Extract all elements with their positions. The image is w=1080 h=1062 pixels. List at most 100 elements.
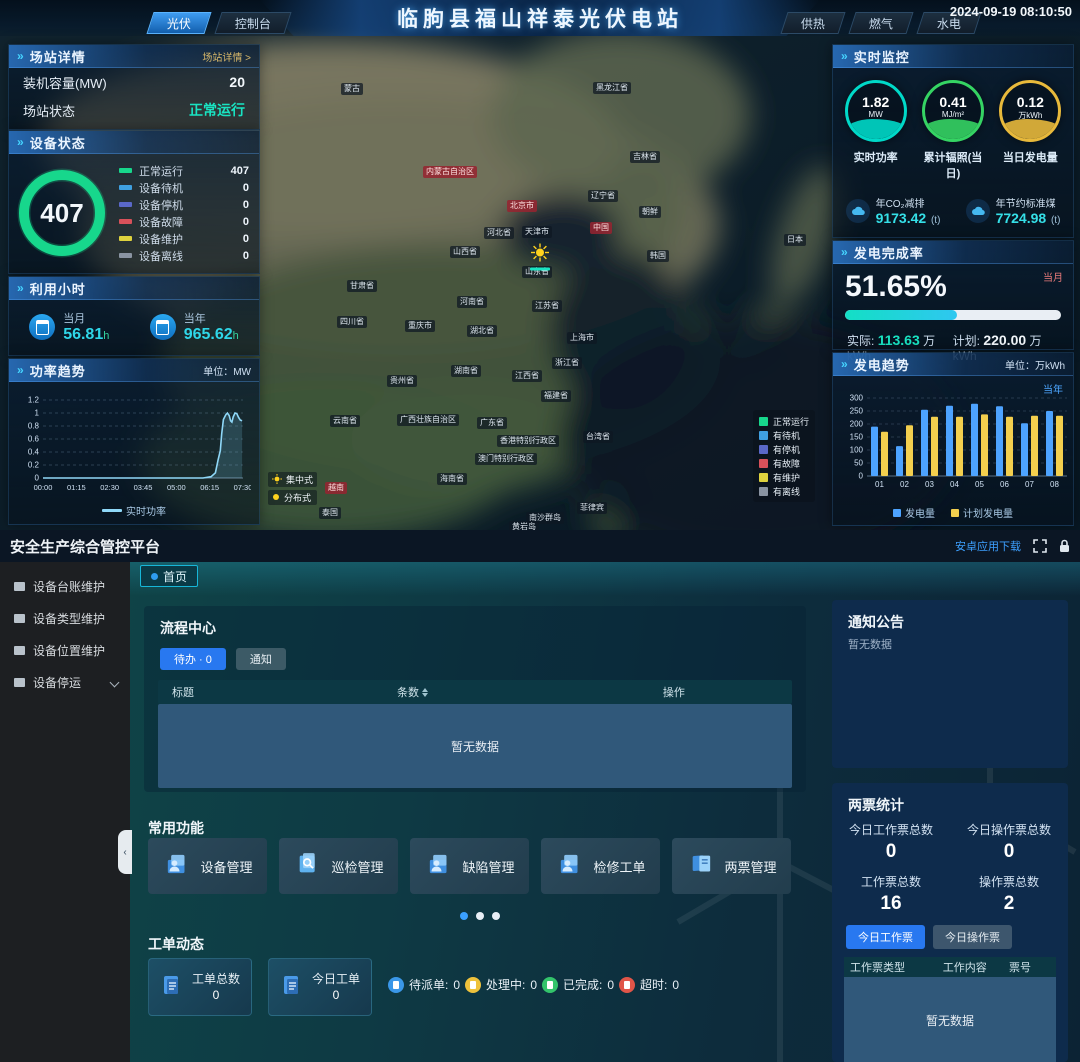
tab-home[interactable]: 首页	[140, 565, 198, 587]
device-legend-item: 设备维护0	[119, 230, 249, 247]
tab-光伏[interactable]: 光伏	[146, 12, 211, 34]
svg-text:02: 02	[900, 480, 909, 489]
completion-period: 当月	[1043, 269, 1063, 284]
plant-type-分布式[interactable]: 分布式	[268, 490, 317, 505]
map-label-贵州省: 贵州省	[387, 375, 417, 387]
cloud-icon	[846, 199, 870, 223]
svg-text:03:45: 03:45	[134, 483, 153, 492]
utilization-panel: » 利用小时 当月56.81h当年965.62h	[8, 276, 260, 356]
datetime: 2024-09-19 08:10:50	[950, 4, 1072, 19]
plant-location-marker[interactable]	[530, 244, 550, 271]
home-tab-dot-icon	[151, 573, 158, 580]
svg-text:0.8: 0.8	[28, 422, 40, 431]
legend-value: 0	[243, 199, 249, 211]
function-card-设备管理[interactable]: 设备管理	[148, 838, 267, 894]
function-card-检修工单[interactable]: 检修工单	[541, 838, 660, 894]
gauge-value: 1.82	[848, 95, 904, 110]
map-label-越南: 越南	[325, 482, 347, 494]
ticket-stat: 操作票总数2	[950, 873, 1068, 923]
ticket-stat-label: 今日工作票总数	[832, 821, 950, 838]
map-label-内蒙古自治区: 内蒙古自治区	[423, 166, 477, 178]
energy-tabs-left: 光伏控制台	[150, 12, 288, 34]
svg-text:0.4: 0.4	[28, 448, 40, 457]
gauge-label: 累计辐照(当日)	[917, 149, 989, 181]
plant-type-集中式[interactable]: 集中式	[268, 472, 317, 487]
ticket-tabs: 今日工作票今日操作票	[832, 925, 1068, 949]
tab-控制台[interactable]: 控制台	[214, 12, 291, 34]
process-btn-通知[interactable]: 通知	[236, 648, 286, 670]
sidebar-collapse-handle[interactable]: ‹	[118, 830, 132, 874]
notices-card: 通知公告 暂无数据	[832, 600, 1068, 768]
gen-panel-title: 发电趋势	[854, 355, 910, 374]
device-legend-item: 设备待机0	[119, 179, 249, 196]
process-btn-待办 · 0[interactable]: 待办 · 0	[160, 648, 226, 670]
wo-card-工单总数[interactable]: 工单总数0	[148, 958, 252, 1016]
station-detail-link[interactable]: 场站详情 >	[202, 49, 251, 64]
legend-entry: 发电量	[893, 505, 935, 520]
realtime-gauge: 0.12万kWh当日发电量	[994, 80, 1066, 181]
carousel-dot[interactable]	[492, 912, 500, 920]
process-col-条数[interactable]: 条数	[383, 684, 649, 700]
sort-icon[interactable]	[422, 688, 428, 697]
svg-text:1.2: 1.2	[28, 396, 40, 405]
ticket-col-工作票类型: 工作票类型	[844, 959, 937, 975]
gauge-unit: MW	[848, 110, 904, 119]
ticket-col-票号: 票号	[1003, 959, 1056, 975]
gauge-value: 0.41	[925, 95, 981, 110]
wo-status-处理中: 处理中:0	[465, 976, 537, 993]
power-trend-chart: 00.20.40.60.811.200:0001:1502:3003:4505:…	[9, 382, 259, 507]
sidebar-item-设备停运[interactable]: 设备停运	[0, 666, 130, 698]
map-label-朝鲜: 朝鲜	[639, 206, 661, 218]
function-card-两票管理[interactable]: 两票管理	[672, 838, 791, 894]
device-status-legend: 正常运行407设备待机0设备停机0设备故障0设备维护0设备离线0	[119, 162, 249, 264]
map-label-吉林省: 吉林省	[630, 151, 660, 163]
fullscreen-icon[interactable]	[1033, 539, 1047, 553]
gauge-liquid	[845, 119, 907, 141]
carousel-dot[interactable]	[476, 912, 484, 920]
map-label-四川省: 四川省	[337, 316, 367, 328]
ticket-tab-今日操作票[interactable]: 今日操作票	[933, 925, 1012, 949]
map-label-泰国: 泰国	[319, 507, 341, 519]
carousel-dot[interactable]	[460, 912, 468, 920]
legend-text: 发电量	[905, 505, 935, 520]
wo-card-今日工单[interactable]: 今日工单0	[268, 958, 372, 1016]
legend-swatch	[759, 459, 768, 468]
solar-dashboard: 蒙古黑龙江省吉林省辽宁省内蒙古自治区北京市河北省天津市朝鲜中国韩国日本山西省山东…	[0, 0, 1080, 530]
station-row-value: 正常运行	[189, 100, 245, 120]
utilization-label: 当月	[63, 310, 109, 326]
sidebar-item-设备位置维护[interactable]: 设备位置维护	[0, 634, 130, 666]
function-card-巡检管理[interactable]: 巡检管理	[279, 838, 398, 894]
map-label-蒙古: 蒙古	[341, 83, 363, 95]
station-row-value: 20	[229, 74, 245, 90]
sidebar-item-设备台账维护[interactable]: 设备台账维护	[0, 570, 130, 602]
android-download-link[interactable]: 安卓应用下载	[955, 538, 1021, 554]
device-total: 407	[40, 198, 83, 228]
power-trend-panel: » 功率趋势 单位：MW 00.20.40.60.811.200:0001:15…	[8, 358, 260, 525]
function-icon-设备管理	[162, 849, 192, 884]
tab-燃气[interactable]: 燃气	[848, 12, 913, 34]
function-label: 缺陷管理	[462, 857, 514, 876]
ticket-tab-今日工作票[interactable]: 今日工作票	[846, 925, 925, 949]
tab-label: 供热	[801, 15, 825, 32]
carousel-dots	[460, 912, 500, 920]
function-icon-检修工单	[555, 849, 585, 884]
legend-label: 设备待机	[139, 180, 183, 196]
top-glow	[130, 562, 1080, 596]
map-label-江西省: 江西省	[512, 370, 542, 382]
function-card-缺陷管理[interactable]: 缺陷管理	[410, 838, 529, 894]
map-label-湖北省: 湖北省	[467, 325, 497, 337]
svg-text:150: 150	[850, 433, 864, 442]
completion-progressbar	[845, 310, 1061, 320]
tab-label: 燃气	[869, 15, 893, 32]
device-icon	[14, 614, 25, 623]
svg-text:08: 08	[1050, 480, 1059, 489]
sidebar-item-设备类型维护[interactable]: 设备类型维护	[0, 602, 130, 634]
map-label-菲律宾: 菲律宾	[577, 502, 607, 514]
tab-供热[interactable]: 供热	[780, 12, 845, 34]
wo-card-label: 工单总数	[192, 971, 240, 987]
platform-title: 安全生产综合管控平台	[10, 536, 160, 557]
tab-label: 控制台	[235, 15, 271, 32]
svg-text:05: 05	[975, 480, 984, 489]
lock-icon[interactable]	[1059, 539, 1070, 553]
ticket-stat-value: 0	[950, 838, 1068, 871]
